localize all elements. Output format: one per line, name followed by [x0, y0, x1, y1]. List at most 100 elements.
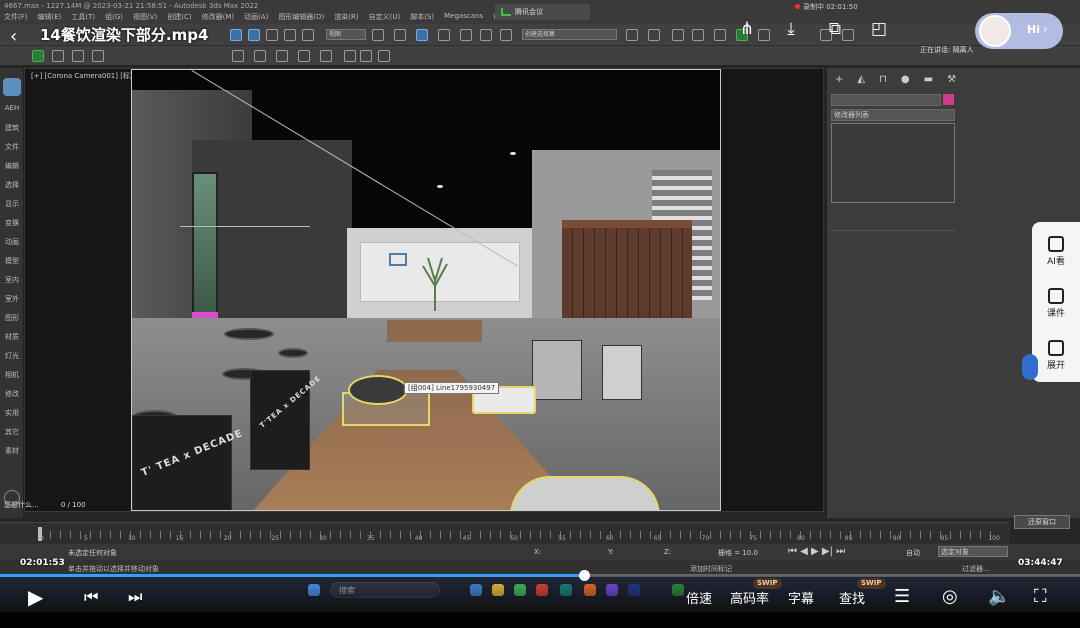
- camera-icon[interactable]: [92, 50, 104, 62]
- side-menu-item[interactable]: AI看: [1032, 236, 1080, 267]
- left-strip-item[interactable]: 其它: [2, 427, 22, 437]
- left-strip-item[interactable]: 实用: [2, 408, 22, 418]
- keyboard-shortcut-icon[interactable]: [416, 29, 428, 41]
- select-region-icon[interactable]: [230, 29, 242, 41]
- utilities-tab-icon[interactable]: ⚒: [947, 74, 956, 85]
- auto-key-button[interactable]: 自动: [906, 548, 920, 558]
- playlist-icon[interactable]: ☰: [894, 586, 910, 608]
- menu-item[interactable]: 工具(T): [71, 12, 95, 24]
- settings-icon[interactable]: ◎: [942, 586, 958, 608]
- unlink-icon[interactable]: [276, 50, 288, 62]
- menu-item[interactable]: 组(G): [105, 12, 123, 24]
- menu-item[interactable]: 图形编辑器(D): [278, 12, 324, 24]
- menu-item[interactable]: 文件(F): [4, 12, 28, 24]
- left-strip-item[interactable]: 动画: [2, 237, 22, 247]
- spinner-snap-icon[interactable]: [500, 29, 512, 41]
- left-strip-item[interactable]: 灯光: [2, 351, 22, 361]
- next-icon[interactable]: ⏭: [128, 586, 142, 608]
- percent-snap-icon[interactable]: [480, 29, 492, 41]
- left-strip-item[interactable]: 编辑: [2, 161, 22, 171]
- view-dropdown[interactable]: 视图: [326, 29, 366, 40]
- left-strip-item[interactable]: 材质: [2, 332, 22, 342]
- left-strip-item[interactable]: AEH: [2, 104, 22, 112]
- search-button[interactable]: 查找: [839, 588, 865, 607]
- create-tab-icon[interactable]: +: [835, 74, 843, 85]
- left-strip-item[interactable]: 室外: [2, 294, 22, 304]
- layer-icon[interactable]: [672, 29, 684, 41]
- ribbon-icon[interactable]: [692, 29, 704, 41]
- assistant-pill[interactable]: Hi ›: [975, 13, 1063, 49]
- restore-window-button[interactable]: 还原窗口: [1014, 515, 1070, 529]
- video-progress-track[interactable]: [0, 570, 1080, 581]
- left-strip-item[interactable]: 相机: [2, 370, 22, 380]
- share-icon[interactable]: ⋔: [736, 18, 758, 40]
- left-strip-item[interactable]: 素材: [2, 446, 22, 456]
- object-name-input[interactable]: [831, 94, 941, 106]
- mirror-icon[interactable]: [626, 29, 638, 41]
- speed-button[interactable]: 倍速: [686, 588, 712, 607]
- pip-icon[interactable]: ◰: [868, 18, 890, 40]
- screenshot-icon[interactable]: ⧉: [824, 18, 846, 40]
- scale-icon[interactable]: [284, 29, 296, 41]
- previous-icon[interactable]: ⏮: [84, 586, 98, 608]
- named-selection-dropdown[interactable]: 创建选择集: [522, 29, 617, 40]
- hierarchy-tab-icon[interactable]: ⊓: [879, 74, 887, 85]
- eye-icon[interactable]: [320, 50, 332, 62]
- left-strip-item[interactable]: 室内: [2, 275, 22, 285]
- menu-item[interactable]: Megascans: [444, 12, 483, 24]
- volume-icon[interactable]: 🔈: [988, 586, 1010, 608]
- move-icon[interactable]: [248, 29, 260, 41]
- modifier-stack[interactable]: [831, 123, 955, 203]
- help-icon[interactable]: [378, 50, 390, 62]
- place-icon[interactable]: [302, 29, 314, 41]
- display-tab-icon[interactable]: ▬: [924, 74, 933, 85]
- rotate-icon[interactable]: [266, 29, 278, 41]
- fullscreen-icon[interactable]: ⛶: [1034, 586, 1047, 608]
- book-icon[interactable]: [360, 50, 372, 62]
- playback-controls[interactable]: ⏮ ◀ ▶ ▶| ⏭: [788, 546, 845, 557]
- tree-icon[interactable]: [344, 50, 356, 62]
- hint-text[interactable]: 您想什么...: [4, 501, 39, 509]
- angle-snap-icon[interactable]: [460, 29, 472, 41]
- create-icon[interactable]: [32, 50, 44, 62]
- menu-item[interactable]: 脚本(S): [410, 12, 434, 24]
- modifier-list-dropdown[interactable]: 修改器列表: [831, 109, 955, 121]
- object-color-swatch[interactable]: [943, 94, 954, 105]
- select-manipulate-icon[interactable]: [394, 29, 406, 41]
- motion-tab-icon[interactable]: ●: [901, 74, 910, 85]
- side-menu-item[interactable]: 课件: [1032, 288, 1080, 319]
- shield-icon[interactable]: [3, 78, 21, 96]
- add-time-tag[interactable]: 添加时间标记: [690, 564, 732, 574]
- play-icon[interactable]: ▶: [28, 586, 43, 608]
- menu-item[interactable]: 自定义(U): [369, 12, 401, 24]
- bind-icon[interactable]: [298, 50, 310, 62]
- meeting-indicator[interactable]: 腾讯会议: [495, 4, 590, 20]
- subtitle-button[interactable]: 字幕: [788, 588, 814, 607]
- back-arrow-icon[interactable]: ‹: [10, 26, 17, 47]
- side-menu-item[interactable]: 展开: [1032, 340, 1080, 371]
- curve-editor-icon[interactable]: [714, 29, 726, 41]
- selected-bowl-large[interactable]: [510, 476, 660, 510]
- download-icon[interactable]: ⤓: [780, 18, 802, 40]
- selected-bowl[interactable]: [348, 375, 408, 405]
- quality-button[interactable]: 高码率: [730, 588, 769, 607]
- group-icon[interactable]: [232, 50, 244, 62]
- camera-safe-frame[interactable]: T' TEA x DECADE T'TEA x DECADE [组004] Li…: [131, 69, 721, 511]
- menu-item[interactable]: 渲染(R): [334, 12, 358, 24]
- viewport[interactable]: [+] [Corona Camera001] [标准] [默认明暗处理] T' …: [24, 68, 824, 512]
- left-strip-item[interactable]: 文件: [2, 142, 22, 152]
- pivot-icon[interactable]: [372, 29, 384, 41]
- left-strip-item[interactable]: 模型: [2, 256, 22, 266]
- modify-tab-icon[interactable]: ◭: [857, 74, 865, 85]
- menu-item[interactable]: 编辑(E): [38, 12, 62, 24]
- left-strip-item[interactable]: 显示: [2, 199, 22, 209]
- object-icon[interactable]: [52, 50, 64, 62]
- timeline[interactable]: 0 5 10 15 20 25 30 35 40 45 50 55 60 65 70 75 80 85 90 95 10…: [0, 522, 1010, 544]
- menu-item[interactable]: 创建(C): [167, 12, 191, 24]
- filters-button[interactable]: 过滤器...: [962, 564, 990, 574]
- left-strip-item[interactable]: 选择: [2, 180, 22, 190]
- light-icon[interactable]: [72, 50, 84, 62]
- left-strip-item[interactable]: 变换: [2, 218, 22, 228]
- assistant-bubble[interactable]: [1022, 354, 1038, 380]
- selected-key-dropdown[interactable]: 选定对象: [938, 546, 1008, 557]
